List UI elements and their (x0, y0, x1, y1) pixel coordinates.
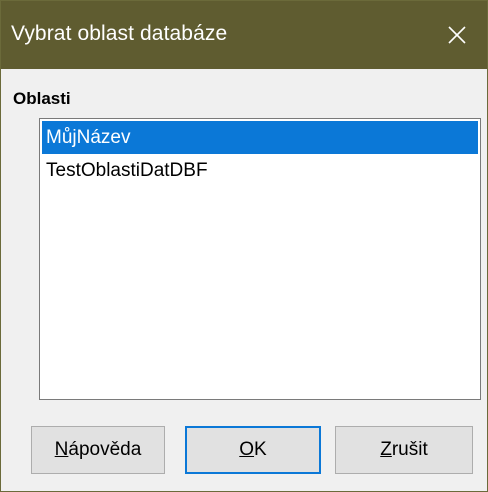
cancel-button-mnemonic: Z (380, 439, 392, 460)
cancel-button-label: rušit (391, 439, 428, 460)
title-bar: Vybrat oblast databáze (1, 1, 487, 69)
list-item[interactable]: TestOblastiDatDBF (42, 154, 478, 187)
close-button[interactable] (427, 1, 487, 69)
areas-listbox[interactable]: MůjNázev TestOblastiDatDBF (39, 118, 481, 400)
help-button-label: ápověda (68, 439, 142, 460)
list-item[interactable]: MůjNázev (42, 121, 478, 154)
cancel-button[interactable]: Zrušit (335, 426, 473, 474)
dialog-title: Vybrat oblast databáze (11, 22, 228, 45)
ok-button-label: K (254, 439, 267, 460)
areas-label: Oblasti (13, 89, 71, 108)
close-icon (448, 26, 466, 44)
ok-button-mnemonic: O (239, 439, 255, 460)
select-database-range-dialog: Vybrat oblast databáze Oblasti MůjNázev … (0, 0, 488, 492)
ok-button[interactable]: OK (185, 426, 321, 474)
help-button-mnemonic: N (54, 439, 69, 460)
help-button[interactable]: Nápověda (31, 426, 165, 474)
